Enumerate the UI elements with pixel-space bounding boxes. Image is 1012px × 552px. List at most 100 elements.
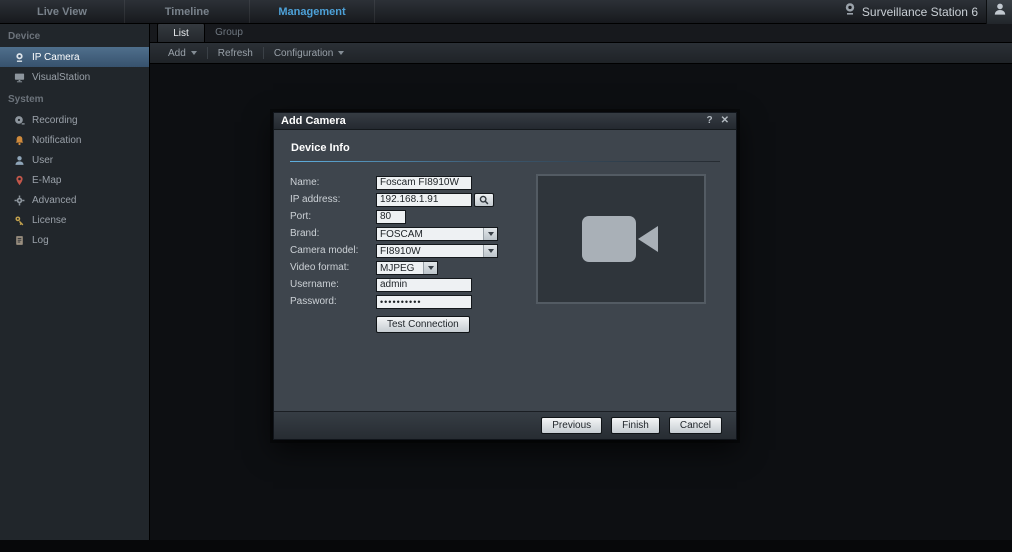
- tab-timeline[interactable]: Timeline: [125, 0, 250, 23]
- user-icon: [993, 2, 1007, 21]
- brand-label: Brand:: [290, 228, 376, 239]
- device-info-heading: Device Info: [290, 139, 720, 161]
- sidebar-item-label: License: [32, 215, 66, 226]
- tab-live-view[interactable]: Live View: [0, 0, 125, 23]
- add-camera-dialog: Add Camera ? ✕ Device Info Name: IP addr…: [273, 112, 737, 440]
- refresh-button-label: Refresh: [218, 48, 253, 59]
- brand-select[interactable]: FOSCAM: [376, 227, 498, 241]
- sidebar-item-license[interactable]: License: [0, 210, 149, 230]
- ip-address-field[interactable]: [376, 193, 472, 207]
- search-icon: [479, 195, 489, 205]
- previous-button[interactable]: Previous: [541, 417, 602, 434]
- search-ip-button[interactable]: [474, 193, 494, 207]
- add-button-label: Add: [168, 48, 186, 59]
- user-menu-button[interactable]: [986, 0, 1012, 24]
- refresh-button[interactable]: Refresh: [208, 43, 263, 63]
- close-icon[interactable]: ✕: [721, 116, 729, 126]
- form-row-video-format: Video format: MJPEG: [290, 259, 520, 276]
- name-field[interactable]: [376, 176, 472, 190]
- sidebar-item-label: Log: [32, 235, 49, 246]
- form-row-name: Name:: [290, 174, 520, 191]
- app-root: Live View Timeline Management Surveillan…: [0, 0, 1012, 552]
- video-format-select[interactable]: MJPEG: [376, 261, 438, 275]
- finish-button[interactable]: Finish: [611, 417, 660, 434]
- user-icon: [13, 154, 25, 166]
- chevron-down-icon: [338, 51, 344, 55]
- dialog-title: Add Camera: [281, 115, 346, 127]
- configuration-button-label: Configuration: [274, 48, 333, 59]
- recording-icon: [13, 114, 25, 126]
- sidebar-item-log[interactable]: Log: [0, 230, 149, 250]
- dialog-window-controls: ? ✕: [707, 116, 730, 126]
- password-field[interactable]: [376, 295, 472, 309]
- chevron-down-icon: [483, 228, 497, 240]
- camera-form: Name: IP address: Port:: [290, 174, 520, 333]
- sidebar-item-label: IP Camera: [32, 52, 80, 63]
- status-bar: [0, 540, 1012, 552]
- dialog-title-bar[interactable]: Add Camera ? ✕: [274, 113, 736, 130]
- dialog-body: Device Info Name: IP address:: [274, 130, 736, 411]
- form-row-ip: IP address:: [290, 191, 520, 208]
- chevron-down-icon: [191, 51, 197, 55]
- camera-model-label: Camera model:: [290, 245, 376, 256]
- dialog-footer: Previous Finish Cancel: [274, 411, 736, 439]
- ip-address-label: IP address:: [290, 194, 376, 205]
- camera-toolbar: Add Refresh Configuration: [150, 43, 1012, 64]
- camera-model-select[interactable]: FI8910W: [376, 244, 498, 258]
- tab-management[interactable]: Management: [250, 0, 375, 23]
- form-row-camera-model: Camera model: FI8910W: [290, 242, 520, 259]
- cancel-button[interactable]: Cancel: [669, 417, 722, 434]
- sidebar-item-label: Notification: [32, 135, 81, 146]
- video-format-select-value: MJPEG: [377, 262, 423, 274]
- configuration-button[interactable]: Configuration: [264, 43, 354, 63]
- app-badge: Surveillance Station 6: [835, 2, 986, 21]
- chevron-down-icon: [423, 262, 437, 274]
- camera-preview-placeholder: [536, 174, 706, 304]
- sidebar-item-label: E-Map: [32, 175, 61, 186]
- port-field[interactable]: [376, 210, 406, 224]
- test-connection-button[interactable]: Test Connection: [376, 316, 470, 333]
- bell-icon: [13, 134, 25, 146]
- tab-list[interactable]: List: [157, 23, 205, 42]
- sidebar-item-label: Recording: [32, 115, 78, 126]
- map-pin-icon: [13, 174, 25, 186]
- top-right-area: Surveillance Station 6: [835, 0, 1012, 23]
- webcam-icon: [843, 2, 857, 21]
- form-row-username: Username:: [290, 276, 520, 293]
- video-format-label: Video format:: [290, 262, 376, 273]
- help-icon[interactable]: ?: [707, 116, 713, 126]
- form-row-port: Port:: [290, 208, 520, 225]
- sidebar-item-e-map[interactable]: E-Map: [0, 170, 149, 190]
- list-group-tabs: List Group: [150, 24, 1012, 43]
- tab-group[interactable]: Group: [205, 23, 253, 42]
- sidebar-item-visualstation[interactable]: VisualStation: [0, 67, 149, 87]
- sidebar-item-label: Advanced: [32, 195, 76, 206]
- top-bar: Live View Timeline Management Surveillan…: [0, 0, 1012, 24]
- section-divider: [290, 161, 720, 162]
- form-row-password: Password:: [290, 293, 520, 310]
- add-button[interactable]: Add: [158, 43, 207, 63]
- brand-select-value: FOSCAM: [377, 228, 483, 240]
- log-icon: [13, 234, 25, 246]
- sidebar-section-system: System: [0, 87, 149, 110]
- sidebar-item-label: User: [32, 155, 53, 166]
- top-navigation: Live View Timeline Management: [0, 0, 375, 23]
- form-row-brand: Brand: FOSCAM: [290, 225, 520, 242]
- sidebar-item-label: VisualStation: [32, 72, 90, 83]
- app-title: Surveillance Station 6: [862, 5, 978, 19]
- gear-icon: [13, 194, 25, 206]
- monitor-icon: [13, 71, 25, 83]
- port-label: Port:: [290, 211, 376, 222]
- sidebar-item-user[interactable]: User: [0, 150, 149, 170]
- sidebar-item-recording[interactable]: Recording: [0, 110, 149, 130]
- sidebar-item-advanced[interactable]: Advanced: [0, 190, 149, 210]
- sidebar-item-ip-camera[interactable]: IP Camera: [0, 47, 149, 67]
- username-label: Username:: [290, 279, 376, 290]
- sidebar-section-device: Device: [0, 24, 149, 47]
- sidebar: Device IP Camera VisualStation System Re…: [0, 24, 150, 540]
- video-camera-icon: [582, 216, 660, 262]
- camera-model-select-value: FI8910W: [377, 245, 483, 257]
- password-label: Password:: [290, 296, 376, 307]
- username-field[interactable]: [376, 278, 472, 292]
- sidebar-item-notification[interactable]: Notification: [0, 130, 149, 150]
